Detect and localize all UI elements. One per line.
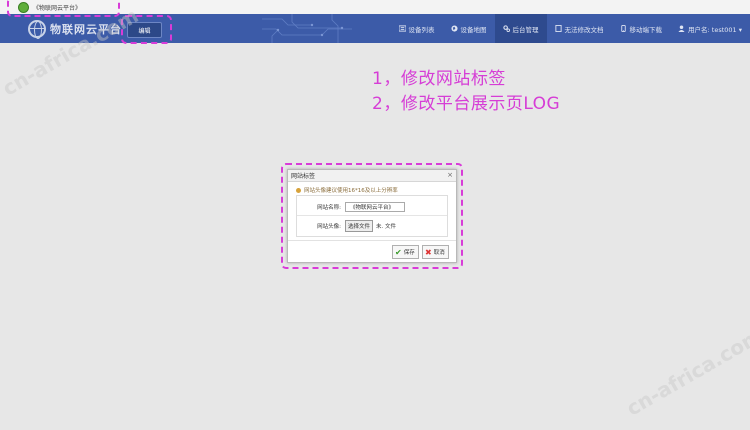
nav-device-list[interactable]: 设备列表: [391, 14, 443, 43]
dialog-footer: ✔ 保存 ✖ 取消: [288, 240, 456, 263]
circuit-decoration: [262, 14, 352, 43]
nav-admin[interactable]: 后台管理: [494, 14, 547, 43]
site-tag-dialog: 网站标签 × 网站头像建议使用16*16及以上分辨率 网站名称: 《物联网云平台…: [287, 169, 457, 263]
annotation-line-2: 2，修改平台展示页LOG: [372, 94, 561, 114]
info-icon: [296, 187, 301, 193]
close-icon[interactable]: ×: [447, 171, 453, 179]
cogs-icon: [502, 25, 510, 32]
mobile-icon: [620, 25, 626, 32]
site-form: 网站名称: 《物联网云平台》 网站头像: 选择文件 未. 文件: [296, 195, 448, 237]
globe-icon: [450, 25, 458, 32]
site-avatar-label: 网站头像:: [317, 223, 341, 230]
annotation-box-tab: [7, 0, 120, 17]
nav-user-label: 用户名: test001 ▾: [688, 25, 742, 34]
nav-device-map-label: 设备地图: [460, 25, 487, 34]
choose-file-button[interactable]: 选择文件: [345, 219, 374, 232]
nav-docs-label: 无法修改文档: [564, 25, 604, 34]
site-avatar-row: 网站头像: 选择文件 未. 文件: [297, 217, 447, 234]
globe-logo-icon: [28, 19, 46, 39]
annotation-line-1: 1，修改网站标签: [372, 69, 506, 89]
nav-mobile-download[interactable]: 移动端下载: [612, 14, 671, 43]
nav-menu: 设备列表 设备地图 后台管理 无法修改文档 移动端下载 用户名: test001…: [391, 14, 750, 43]
cancel-icon: ✖: [425, 247, 432, 257]
list-icon: [398, 25, 406, 32]
dialog-tip: 网站头像建议使用16*16及以上分辨率: [296, 186, 398, 194]
save-button[interactable]: ✔ 保存: [392, 245, 419, 259]
save-button-label: 保存: [403, 250, 415, 256]
nav-device-list-label: 设备列表: [408, 25, 435, 34]
dialog-title: 网站标签: [291, 173, 316, 180]
nav-admin-label: 后台管理: [512, 25, 539, 34]
file-icon: [554, 25, 562, 32]
site-name-input[interactable]: 《物联网云平台》: [345, 201, 405, 212]
dialog-header: 网站标签 ×: [288, 170, 456, 182]
site-name-label: 网站名称:: [317, 204, 341, 211]
nav-device-map[interactable]: 设备地图: [443, 14, 495, 43]
dialog-tip-text: 网站头像建议使用16*16及以上分辨率: [304, 188, 398, 194]
user-icon: [678, 25, 685, 32]
nav-user-menu[interactable]: 用户名: test001 ▾: [670, 14, 750, 43]
site-name-row: 网站名称: 《物联网云平台》: [297, 198, 447, 216]
check-icon: ✔: [395, 247, 402, 257]
file-status: 未. 文件: [376, 223, 397, 230]
cancel-button[interactable]: ✖ 取消: [422, 245, 449, 259]
cancel-button-label: 取消: [433, 250, 445, 256]
nav-docs[interactable]: 无法修改文档: [547, 14, 612, 43]
watermark: cn-africa.com: [622, 323, 750, 421]
nav-mobile-download-label: 移动端下载: [629, 25, 663, 34]
